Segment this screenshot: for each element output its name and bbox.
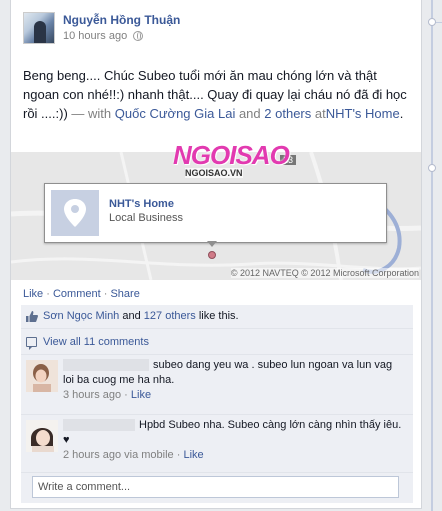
map-pin-icon bbox=[51, 190, 99, 236]
author-name[interactable]: Nguyễn Hồng Thuận bbox=[63, 13, 180, 27]
commenter-avatar[interactable] bbox=[26, 360, 58, 392]
post-timestamp[interactable]: 10 hours ago bbox=[63, 30, 127, 42]
likes-suffix: like this. bbox=[198, 310, 239, 322]
with-label: — with bbox=[71, 106, 112, 121]
watermark-logo: NGOISAO NGOISAO.VN bbox=[173, 138, 290, 184]
comment-like-link[interactable]: Like bbox=[183, 449, 203, 461]
comment-body: subeo dang yeu wa . subeo lun ngoan va l… bbox=[63, 358, 405, 403]
author-avatar[interactable] bbox=[23, 12, 55, 44]
post-meta: 10 hours ago bbox=[63, 30, 144, 42]
comment-meta-sep: · bbox=[124, 389, 128, 401]
timeline-line bbox=[431, 0, 433, 511]
feedback-panel: Sơn Ngọc Minh and 127 others like this. … bbox=[21, 305, 413, 503]
at-label: at bbox=[314, 106, 326, 121]
place-title[interactable]: NHT's Home bbox=[109, 198, 174, 210]
like-link[interactable]: Like bbox=[23, 288, 43, 300]
comment-time[interactable]: 3 hours ago bbox=[63, 389, 121, 401]
action-separator: · bbox=[103, 288, 108, 300]
comment-bubble-icon bbox=[26, 337, 37, 350]
post-card: Nguyễn Hồng Thuận 10 hours ago Beng beng… bbox=[10, 0, 422, 509]
likes-others-link[interactable]: 127 others bbox=[144, 310, 196, 322]
timeline-dot[interactable] bbox=[428, 164, 436, 172]
action-separator: · bbox=[46, 288, 50, 300]
place-link[interactable]: NHT's Home bbox=[326, 106, 400, 121]
comment-meta-sep: · bbox=[176, 449, 181, 461]
period: . bbox=[399, 106, 404, 121]
watermark-domain: NGOISAO.VN bbox=[185, 168, 243, 178]
comment-link[interactable]: Comment bbox=[53, 288, 101, 300]
comment-item: subeo dang yeu wa . subeo lun ngoan va l… bbox=[21, 355, 413, 415]
watermark-word: NGOISAO bbox=[173, 140, 290, 170]
globe-icon[interactable] bbox=[133, 31, 144, 41]
thumbs-up-icon bbox=[26, 311, 38, 325]
timeline-dot[interactable] bbox=[428, 18, 436, 26]
likes-row: Sơn Ngọc Minh and 127 others like this. bbox=[21, 305, 413, 329]
comment-like-link[interactable]: Like bbox=[131, 389, 151, 401]
liker-link[interactable]: Sơn Ngọc Minh bbox=[43, 310, 119, 322]
view-all-comments-link[interactable]: View all 11 comments bbox=[43, 336, 149, 348]
comment-item: Hpbd Subeo nha. Subeo càng lớn càng nhìn… bbox=[21, 415, 413, 473]
others-link[interactable]: 2 others bbox=[264, 106, 311, 121]
comment-body: Hpbd Subeo nha. Subeo càng lớn càng nhìn… bbox=[63, 418, 405, 463]
tagged-person-link[interactable]: Quốc Cường Gia Lai bbox=[115, 106, 236, 121]
map-copyright: © 2012 NAVTEQ © 2012 Microsoft Corporati… bbox=[230, 268, 419, 278]
share-link[interactable]: Share bbox=[110, 288, 139, 300]
status-text-block: Beng beng.... Chúc Subeo tuổi mới ăn mau… bbox=[23, 66, 409, 123]
and-label: and bbox=[238, 106, 261, 121]
place-card-pointer bbox=[207, 241, 217, 247]
redacted-commenter-name[interactable] bbox=[63, 359, 149, 372]
post-actions: Like · Comment · Share bbox=[23, 288, 140, 300]
comment-time[interactable]: 2 hours ago via mobile bbox=[63, 449, 174, 461]
likes-and: and bbox=[122, 310, 141, 322]
place-card[interactable]: NHT's Home Local Business bbox=[44, 183, 387, 247]
location-pin-icon[interactable] bbox=[208, 251, 216, 259]
commenter-avatar[interactable] bbox=[26, 420, 58, 452]
place-type: Local Business bbox=[109, 212, 183, 224]
write-comment-input[interactable]: Write a comment... bbox=[32, 476, 399, 498]
redacted-commenter-name[interactable] bbox=[63, 419, 135, 432]
timeline-rail bbox=[428, 0, 442, 511]
view-all-row[interactable]: View all 11 comments bbox=[21, 329, 413, 355]
